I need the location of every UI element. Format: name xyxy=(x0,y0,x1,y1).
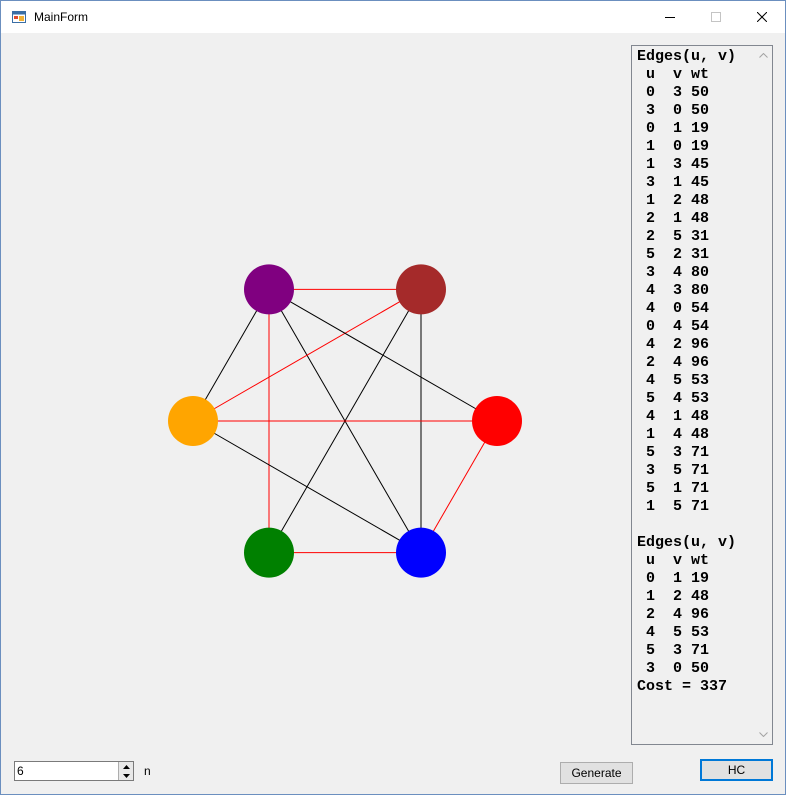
scroll-up-button[interactable] xyxy=(755,47,772,64)
chevron-down-icon xyxy=(759,732,768,737)
scroll-down-button[interactable] xyxy=(755,726,772,743)
graph-node-3 xyxy=(396,527,446,578)
title-bar[interactable]: MainForm xyxy=(1,1,785,33)
main-form-window: MainForm Edges(u, v) u v wt 0 3 50 3 0 5… xyxy=(0,0,786,795)
minimize-icon xyxy=(665,17,675,18)
output-textbox[interactable]: Edges(u, v) u v wt 0 3 50 3 0 50 0 1 19 … xyxy=(631,45,773,745)
chevron-up-icon xyxy=(759,53,768,58)
graph-edges xyxy=(192,288,498,554)
spin-up-button[interactable] xyxy=(118,762,133,771)
spin-down-icon xyxy=(122,773,130,778)
n-input[interactable] xyxy=(16,763,117,779)
maximize-icon xyxy=(711,12,721,22)
minimize-button[interactable] xyxy=(647,1,693,33)
graph-edge-0-2 xyxy=(268,288,498,422)
graph-node-4 xyxy=(244,527,294,578)
n-numeric-updown[interactable] xyxy=(14,761,134,781)
graph-edge-3-5 xyxy=(192,420,422,554)
graph-canvas xyxy=(168,264,522,578)
n-label: n xyxy=(144,764,151,778)
window-title: MainForm xyxy=(34,10,89,24)
spin-down-button[interactable] xyxy=(118,771,133,780)
close-button[interactable] xyxy=(739,1,785,33)
graph-node-0 xyxy=(244,264,294,315)
generate-button[interactable]: Generate xyxy=(560,762,633,784)
vertical-scrollbar[interactable] xyxy=(755,46,772,744)
form-icon xyxy=(12,11,26,23)
output-text: Edges(u, v) u v wt 0 3 50 3 0 50 0 1 19 … xyxy=(637,48,737,695)
hc-button[interactable]: HC xyxy=(700,759,773,781)
close-icon xyxy=(757,12,767,22)
graph-node-1 xyxy=(396,264,446,315)
maximize-button[interactable] xyxy=(693,1,739,33)
graph-node-5 xyxy=(168,396,218,446)
graph-edge-1-5 xyxy=(192,288,422,422)
spin-up-icon xyxy=(122,764,130,769)
graph-node-2 xyxy=(472,396,522,446)
